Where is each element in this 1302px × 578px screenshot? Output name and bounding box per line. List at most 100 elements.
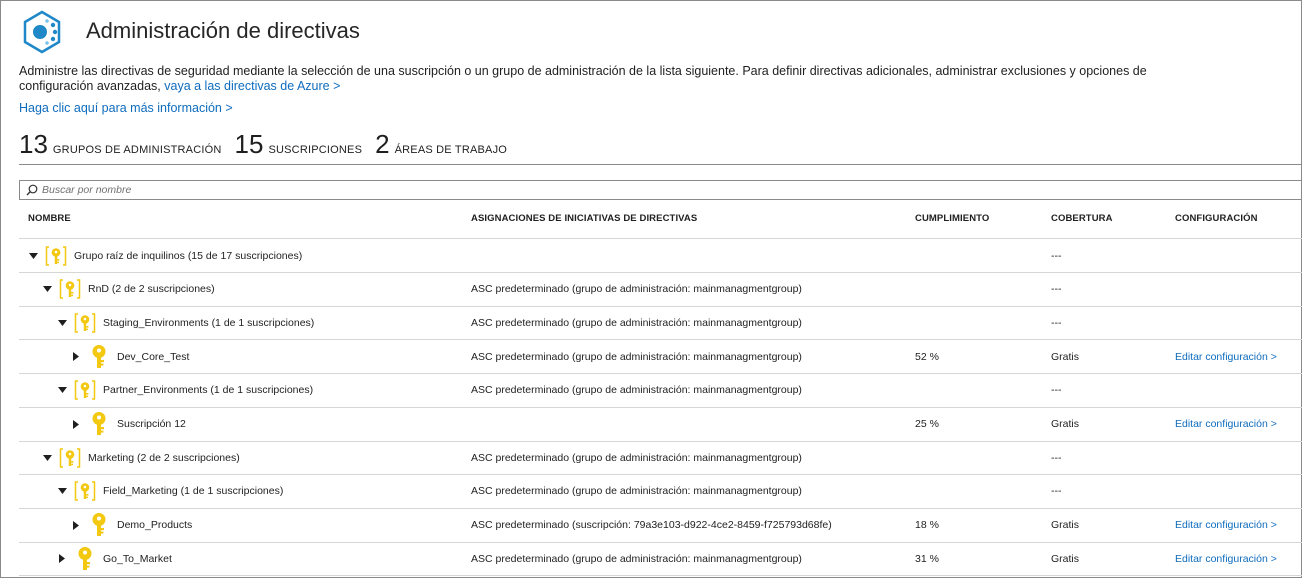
column-header-settings[interactable]: CONFIGURACIÓN bbox=[1175, 213, 1258, 224]
row-name: Dev_Core_Test bbox=[117, 350, 190, 363]
management-group-icon bbox=[58, 276, 82, 302]
policy-management-icon bbox=[20, 10, 64, 54]
assignment-cell: ASC predeterminado (grupo de administrac… bbox=[471, 552, 802, 565]
management-group-icon bbox=[73, 377, 97, 403]
stat-count: 15 bbox=[234, 129, 264, 159]
coverage-cell: --- bbox=[1051, 249, 1062, 262]
management-group-icon bbox=[58, 445, 82, 471]
table-row[interactable]: Grupo raíz de inquilinos (15 de 17 suscr… bbox=[19, 239, 1302, 273]
column-header-coverage[interactable]: COBERTURA bbox=[1051, 213, 1113, 224]
name-cell: Dev_Core_Test bbox=[71, 340, 189, 373]
collapse-caret-icon[interactable] bbox=[57, 385, 67, 395]
row-name: RnD (2 de 2 suscripciones) bbox=[88, 283, 215, 296]
stats-divider bbox=[19, 164, 1302, 165]
assignment-cell: ASC predeterminado (grupo de administrac… bbox=[471, 350, 802, 363]
row-name: Demo_Products bbox=[117, 519, 193, 532]
assignment-cell: ASC predeterminado (grupo de administrac… bbox=[471, 384, 802, 397]
edit-settings-link[interactable]: Editar configuración > bbox=[1175, 509, 1277, 542]
name-cell: Go_To_Market bbox=[57, 542, 172, 575]
page-title: Administración de directivas bbox=[86, 18, 360, 43]
compliance-cell: 31 % bbox=[915, 552, 939, 565]
name-cell: Marketing (2 de 2 suscripciones) bbox=[42, 441, 240, 474]
stat-count: 2 bbox=[375, 129, 390, 159]
coverage-cell: --- bbox=[1051, 485, 1062, 498]
assignment-cell: ASC predeterminado (grupo de administrac… bbox=[471, 485, 802, 498]
coverage-cell: --- bbox=[1051, 316, 1062, 329]
search-icon bbox=[26, 184, 38, 196]
column-header-name[interactable]: NOMBRE bbox=[28, 213, 71, 224]
management-group-icon bbox=[73, 310, 97, 336]
assignment-cell: ASC predeterminado (suscripción: 79a3e10… bbox=[471, 519, 832, 532]
expand-caret-icon[interactable] bbox=[71, 352, 81, 362]
column-header-compliance[interactable]: CUMPLIMIENTO bbox=[915, 213, 989, 224]
table-row[interactable]: Dev_Core_Test ASC predeterminado (grupo d… bbox=[19, 340, 1302, 375]
coverage-cell: --- bbox=[1051, 384, 1062, 397]
expand-caret-icon[interactable] bbox=[57, 554, 67, 564]
row-name: Suscripción 12 bbox=[117, 418, 186, 430]
stat-count: 13 bbox=[19, 129, 48, 159]
stat-workspaces: 2 ÁREAS DE TRABAJO bbox=[375, 129, 507, 160]
table-row[interactable]: Staging_Environments (1 de 1 suscripcion… bbox=[19, 306, 1302, 341]
search-box[interactable] bbox=[19, 180, 1302, 200]
stat-subscriptions: 15 SUSCRIPCIONES bbox=[235, 129, 363, 160]
stat-label: SUSCRIPCIONES bbox=[268, 144, 363, 156]
coverage-cell: --- bbox=[1051, 451, 1062, 464]
page-description: Administre las directivas de seguridad m… bbox=[19, 64, 1179, 94]
row-name: Marketing (2 de 2 suscripciones) bbox=[88, 451, 240, 464]
summary-stats: 13 GRUPOS DE ADMINISTRACIÓN 15 SUSCRIPCI… bbox=[19, 129, 520, 160]
collapse-caret-icon[interactable] bbox=[57, 486, 67, 496]
compliance-cell: 52 % bbox=[915, 350, 939, 363]
name-cell: Suscripción 12 bbox=[71, 408, 186, 441]
row-name: Field_Marketing (1 de 1 suscripciones) bbox=[103, 485, 284, 498]
table-row[interactable]: Suscripción 12 25 % Gratis Editar configura… bbox=[19, 408, 1302, 442]
table-row[interactable]: RnD (2 de 2 suscripciones) ASC predetermi… bbox=[19, 273, 1302, 307]
assignment-cell: ASC predeterminado (grupo de administrac… bbox=[471, 316, 802, 329]
azure-policies-link[interactable]: vaya a las directivas de Azure > bbox=[164, 79, 340, 93]
stat-label: ÁREAS DE TRABAJO bbox=[394, 144, 508, 156]
expand-caret-icon[interactable] bbox=[71, 419, 81, 429]
edit-settings-link[interactable]: Editar configuración > bbox=[1175, 340, 1277, 373]
stat-label: GRUPOS DE ADMINISTRACIÓN bbox=[52, 144, 222, 156]
subscription-key-icon bbox=[87, 344, 111, 370]
assignment-cell: ASC predeterminado (grupo de administrac… bbox=[471, 283, 802, 296]
edit-settings-link[interactable]: Editar configuración > bbox=[1175, 408, 1277, 441]
subscription-key-icon bbox=[87, 411, 111, 437]
name-cell: Field_Marketing (1 de 1 suscripciones) bbox=[57, 475, 283, 508]
stat-management-groups: 13 GRUPOS DE ADMINISTRACIÓN bbox=[19, 129, 222, 160]
more-info-link[interactable]: Haga clic aquí para más información > bbox=[19, 101, 233, 115]
management-group-icon bbox=[44, 243, 68, 269]
edit-settings-link[interactable]: Editar configuración > bbox=[1175, 542, 1277, 575]
collapse-caret-icon[interactable] bbox=[42, 453, 52, 463]
row-name: Partner_Environments (1 de 1 suscripcion… bbox=[103, 384, 314, 397]
name-cell: Partner_Environments (1 de 1 suscripcion… bbox=[57, 374, 313, 407]
row-name: Go_To_Market bbox=[103, 552, 172, 565]
compliance-cell: 18 % bbox=[915, 519, 939, 532]
search-input[interactable] bbox=[42, 184, 1302, 196]
table-row[interactable]: Partner_Environments (1 de 1 suscripcion… bbox=[19, 374, 1302, 408]
table-row[interactable]: Demo_Products ASC predeterminado (suscrip… bbox=[19, 509, 1302, 543]
collapse-caret-icon[interactable] bbox=[42, 284, 52, 294]
coverage-cell: --- bbox=[1051, 283, 1062, 296]
table-row[interactable]: Go_To_Market ASC predeterminado (grupo de… bbox=[19, 542, 1302, 577]
management-group-icon bbox=[73, 478, 97, 504]
table-row[interactable]: Field_Marketing (1 de 1 suscripciones) AS… bbox=[19, 475, 1302, 509]
collapse-caret-icon[interactable] bbox=[57, 318, 67, 328]
coverage-cell: Gratis bbox=[1051, 418, 1080, 430]
name-cell: RnD (2 de 2 suscripciones) bbox=[42, 273, 215, 306]
compliance-cell: 25 % bbox=[915, 418, 939, 430]
subscription-key-icon bbox=[87, 512, 111, 538]
subscription-key-icon bbox=[73, 546, 97, 572]
coverage-cell: Gratis bbox=[1051, 350, 1080, 363]
column-header-assignments[interactable]: ASIGNACIONES DE INICIATIVAS DE DIRECTIVA… bbox=[471, 213, 697, 224]
name-cell: Grupo raíz de inquilinos (15 de 17 suscr… bbox=[28, 239, 302, 272]
coverage-cell: Gratis bbox=[1051, 519, 1080, 532]
table-row[interactable]: Marketing (2 de 2 suscripciones) ASC pred… bbox=[19, 441, 1302, 476]
name-cell: Staging_Environments (1 de 1 suscripcion… bbox=[57, 306, 314, 339]
collapse-caret-icon[interactable] bbox=[28, 251, 38, 261]
name-cell: Demo_Products bbox=[71, 509, 192, 542]
row-name: Grupo raíz de inquilinos (15 de 17 suscr… bbox=[74, 249, 303, 262]
expand-caret-icon[interactable] bbox=[71, 520, 81, 530]
row-name: Staging_Environments (1 de 1 suscripcion… bbox=[103, 316, 315, 329]
assignment-cell: ASC predeterminado (grupo de administrac… bbox=[471, 451, 802, 464]
coverage-cell: Gratis bbox=[1051, 552, 1080, 565]
